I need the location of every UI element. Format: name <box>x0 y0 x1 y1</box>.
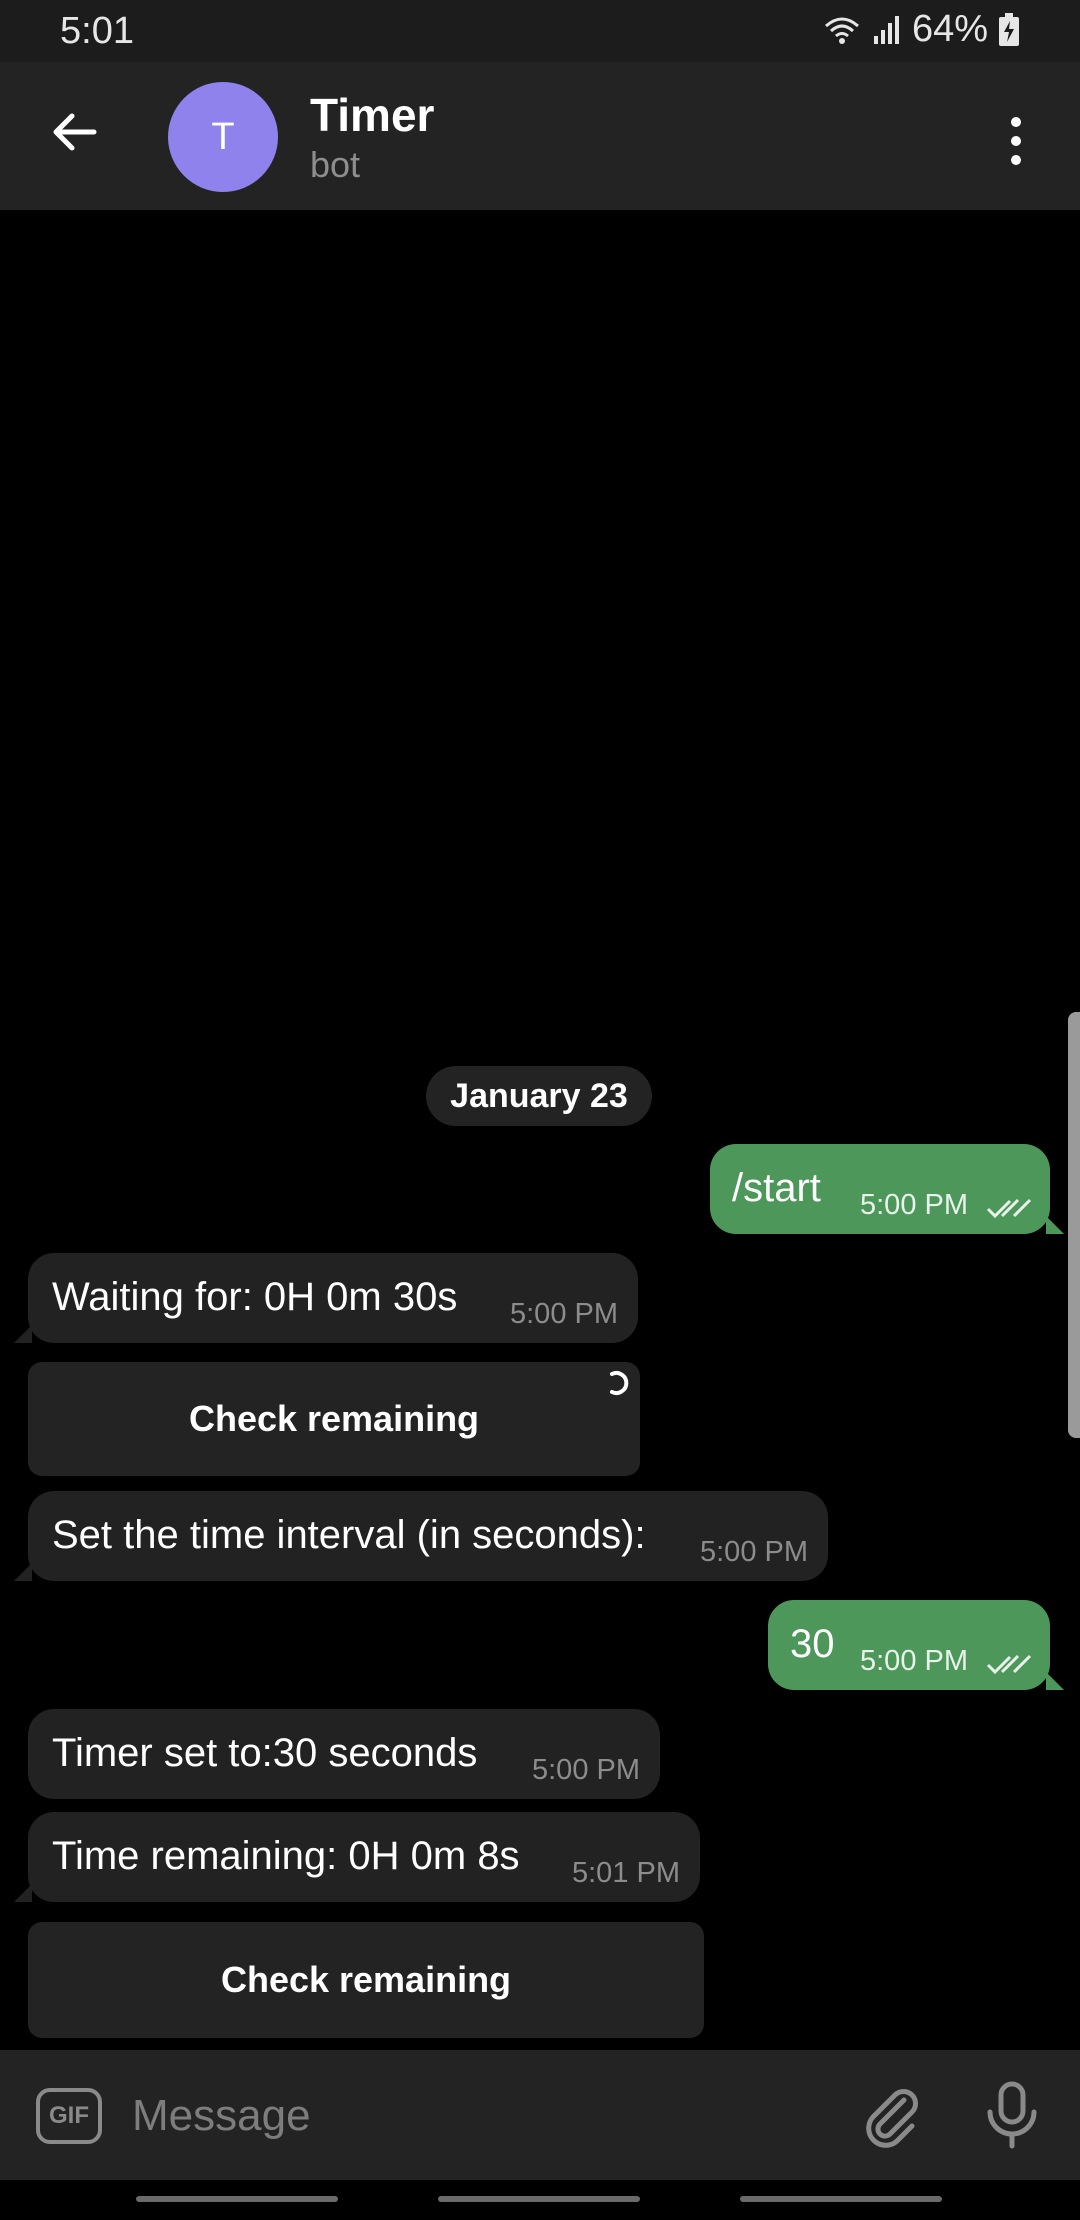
message-input[interactable] <box>130 2080 834 2152</box>
message-text: Set the time interval (in seconds): <box>52 1513 646 1557</box>
status-time: 5:01 <box>60 10 134 52</box>
message-time: 5:00 PM <box>510 1298 618 1330</box>
chat-header: T Timer bot <box>0 62 1080 210</box>
wifi-icon <box>824 17 859 44</box>
dot <box>1011 136 1021 146</box>
nav-back-button[interactable] <box>740 2196 942 2202</box>
button-label: Check remaining <box>188 1398 480 1439</box>
paperclip-icon[interactable] <box>860 2084 924 2148</box>
microphone-icon[interactable] <box>980 2080 1044 2150</box>
message-bubble-incoming[interactable]: Waiting for: 0H 0m 30s 5:00 PM <box>14 1253 638 1343</box>
gif-button[interactable]: GIF <box>36 2088 102 2144</box>
message-time: 5:00 PM <box>860 1189 968 1221</box>
chat-title[interactable]: Timer <box>310 88 434 142</box>
message-bubble-outgoing[interactable]: /start 5:00 PM <box>710 1144 1064 1234</box>
nav-recents-button[interactable] <box>136 2196 338 2202</box>
check-remaining-button[interactable]: Check remaining <box>28 1362 640 1476</box>
bubble-tail <box>14 1325 32 1343</box>
bubble-tail <box>14 1563 32 1581</box>
message-time: 5:00 PM <box>700 1536 808 1568</box>
message-time: 5:01 PM <box>572 1857 680 1889</box>
button-label: Check remaining <box>220 1959 512 2000</box>
message-bubble-incoming[interactable]: Timer set to:30 seconds 5:00 PM <box>28 1709 660 1799</box>
scrollbar[interactable] <box>1068 1012 1080 1438</box>
bubble-tail <box>1046 1216 1064 1234</box>
bubble-tail <box>1046 1672 1064 1690</box>
battery-percent: 64% <box>911 8 988 50</box>
chat-subtitle: bot <box>310 144 361 185</box>
system-nav-bar <box>0 2180 1080 2220</box>
bubble-tail <box>14 1884 32 1902</box>
message-bubble-outgoing[interactable]: 30 5:00 PM <box>768 1600 1064 1690</box>
message-text: Time remaining: 0H 0m 8s <box>52 1834 520 1878</box>
date-separator: January 23 <box>426 1066 652 1126</box>
message-time: 5:00 PM <box>860 1645 968 1677</box>
back-button[interactable] <box>40 98 108 166</box>
more-options-button[interactable] <box>992 106 1040 176</box>
arrow-left-icon <box>53 113 97 151</box>
double-check-icon <box>986 1198 1032 1219</box>
message-composer: GIF <box>0 2050 1080 2180</box>
message-bubble-incoming[interactable]: Time remaining: 0H 0m 8s 5:01 PM <box>14 1812 700 1902</box>
message-text: /start <box>732 1166 821 1210</box>
loading-spinner-icon <box>610 1371 629 1395</box>
dot <box>1011 155 1021 165</box>
signal-icon <box>873 15 899 44</box>
status-icons: 64% <box>822 8 1020 51</box>
battery-charging-icon <box>999 12 1019 46</box>
avatar[interactable]: T <box>168 82 278 192</box>
message-text: Waiting for: 0H 0m 30s <box>52 1275 458 1319</box>
status-bar: 5:01 64% <box>0 0 1080 62</box>
double-check-icon <box>986 1654 1032 1675</box>
message-text: 30 <box>790 1622 835 1666</box>
dot <box>1011 117 1021 127</box>
message-bubble-incoming[interactable]: Set the time interval (in seconds): 5:00… <box>14 1491 828 1581</box>
message-text: Timer set to:30 seconds <box>52 1731 478 1775</box>
message-time: 5:00 PM <box>532 1754 640 1786</box>
nav-home-button[interactable] <box>438 2196 640 2202</box>
check-remaining-button[interactable]: Check remaining <box>28 1922 704 2038</box>
